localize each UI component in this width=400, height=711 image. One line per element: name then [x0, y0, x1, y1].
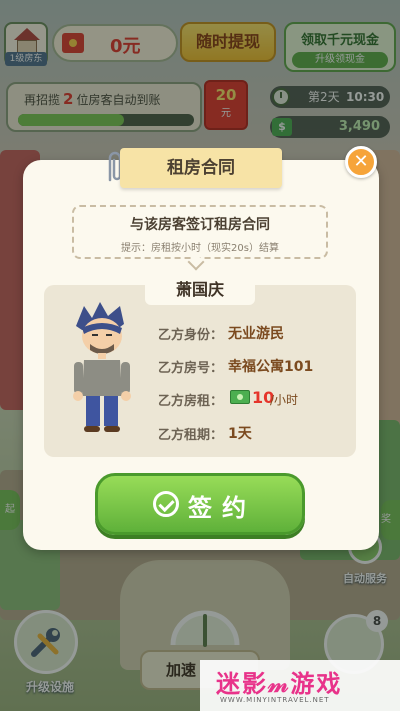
room-number-label: 乙方房号：	[158, 361, 224, 376]
dialog-title: 租房合同	[120, 148, 282, 188]
lease-term-value: 1天	[228, 426, 252, 442]
watermark-logo: 迷影𝓂游戏	[216, 670, 343, 698]
notice-hint: 提示：房租按小时（现实20s）结算	[121, 243, 279, 254]
notice-main: 与该房客签订租房合同	[130, 217, 270, 233]
close-icon: ✕	[353, 151, 369, 172]
identity-label: 乙方身份：	[158, 328, 224, 343]
close-button[interactable]: ✕	[345, 146, 377, 178]
tenant-name: 萧国庆	[145, 275, 255, 305]
contract-notice: 与该房客签订租房合同 提示：房租按小时（现实20s）结算	[72, 205, 328, 259]
sign-label: 签约	[188, 494, 256, 522]
lease-term-label: 乙方租期：	[158, 428, 224, 443]
tenant-avatar	[73, 302, 131, 432]
room-number-value: 幸福公寓101	[228, 359, 314, 375]
check-circle-icon	[153, 491, 179, 517]
rent-unit: /小时	[270, 393, 299, 407]
sign-button[interactable]: 签约	[95, 473, 305, 535]
identity-value: 无业游民	[228, 326, 284, 342]
cash-icon	[230, 390, 250, 404]
watermark-url: WWW.MINYINTRAVEL.NET	[220, 696, 330, 704]
watermark: 迷影𝓂游戏 WWW.MINYINTRAVEL.NET	[200, 660, 400, 711]
rent-label: 乙方房租：	[158, 394, 224, 409]
